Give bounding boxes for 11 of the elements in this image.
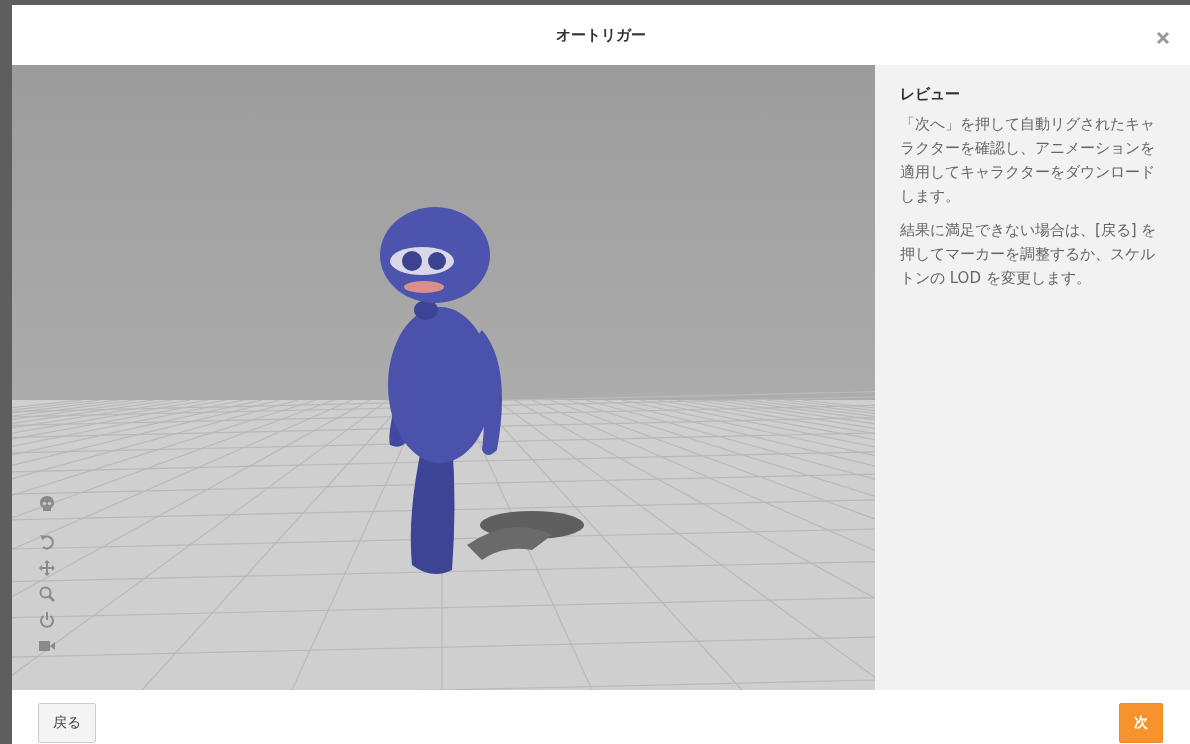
undo-icon[interactable] (38, 533, 56, 551)
power-icon[interactable] (38, 611, 56, 629)
instruction-text: 「次へ」を押して自動リグされたキャラクターを確認し、アニメーションを適用してキャラクターをダウンロードします。 (900, 114, 1156, 207)
close-icon[interactable] (1156, 31, 1170, 45)
back-button[interactable]: 戻る (38, 703, 96, 743)
skull-icon[interactable] (38, 495, 56, 513)
search-icon[interactable] (38, 585, 56, 603)
instruction-text: 結果に満足できない場合は、[戻る] を押してマーカーを調整するか、スケルトンの LOD を変更します。 (900, 220, 1158, 289)
dialog-title: オートリガー (556, 25, 646, 45)
panel-heading: レビュー (900, 85, 961, 104)
move-icon[interactable] (38, 559, 56, 577)
